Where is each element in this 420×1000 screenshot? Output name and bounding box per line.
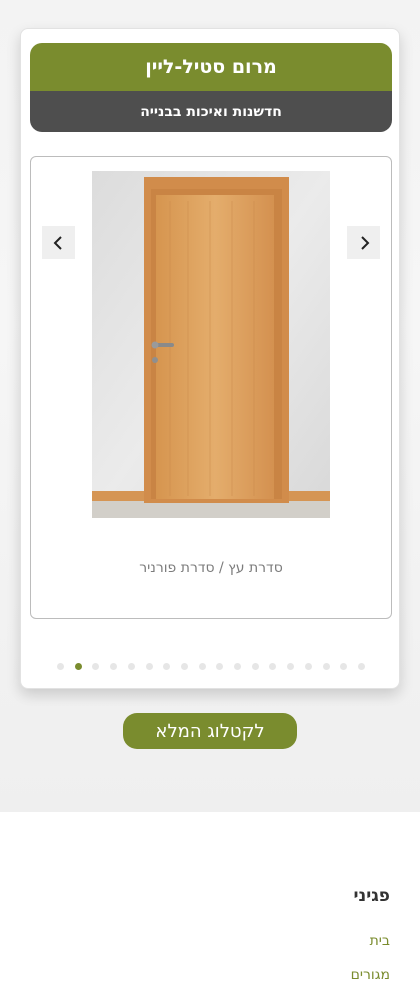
carousel-dot[interactable]: [180, 662, 188, 670]
carousel-dot[interactable]: [340, 662, 348, 670]
carousel-dot[interactable]: [92, 662, 100, 670]
carousel-dot[interactable]: [110, 662, 118, 670]
carousel-dot[interactable]: [198, 662, 206, 670]
carousel-slide: סדרת עץ / סדרת פורניר: [30, 156, 392, 619]
carousel-dot[interactable]: [322, 662, 330, 670]
carousel-dot[interactable]: [74, 662, 82, 670]
footer-pages-title: פגיני: [353, 886, 391, 906]
slide-caption: סדרת עץ / סדרת פורניר: [139, 560, 283, 576]
carousel-dot[interactable]: [127, 662, 135, 670]
carousel-dot[interactable]: [216, 662, 224, 670]
chevron-left-icon: [53, 235, 62, 250]
product-subtitle: חדשנות ואיכות בבנייה: [30, 91, 392, 132]
carousel-dot[interactable]: [269, 662, 277, 670]
full-catalog-button[interactable]: לקטלוג המלא: [123, 713, 297, 749]
chevron-right-icon: [360, 235, 369, 250]
carousel-dot[interactable]: [163, 662, 171, 670]
product-header: מרום סטיל-ליין חדשנות ואיכות בבנייה: [30, 43, 392, 132]
carousel-dot[interactable]: [251, 662, 259, 670]
carousel-dot[interactable]: [145, 662, 153, 670]
carousel-dot[interactable]: [287, 662, 295, 670]
footer-link-home[interactable]: בית: [370, 933, 390, 949]
product-card: מרום סטיל-ליין חדשנות ואיכות בבנייה סדרת…: [20, 28, 400, 689]
carousel-dot[interactable]: [304, 662, 312, 670]
product-title: מרום סטיל-ליין: [30, 43, 392, 91]
carousel-next-button[interactable]: [347, 226, 380, 259]
carousel-dot[interactable]: [234, 662, 242, 670]
footer-link-residential[interactable]: מגורים: [351, 967, 390, 983]
carousel-prev-button[interactable]: [42, 226, 75, 259]
carousel-dot[interactable]: [358, 662, 365, 670]
carousel-pagination: [57, 661, 365, 671]
door-image: [92, 171, 330, 518]
carousel-dot[interactable]: [57, 662, 65, 670]
